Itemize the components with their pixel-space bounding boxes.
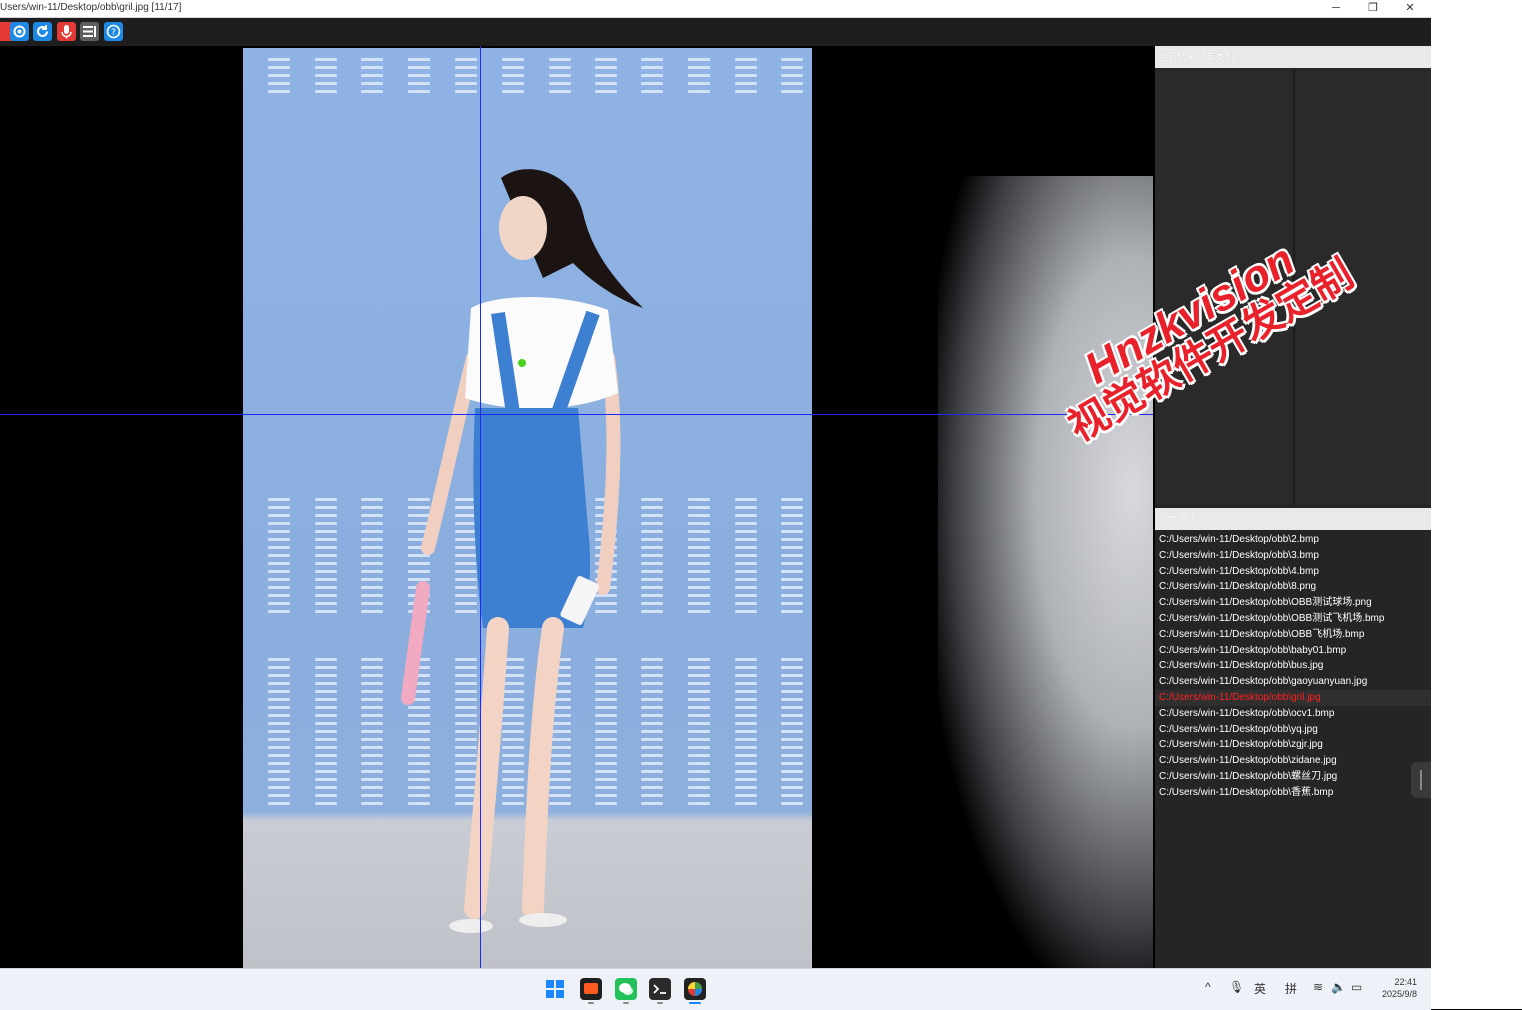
settings-icon[interactable] — [10, 22, 29, 41]
wechat-icon[interactable] — [615, 978, 637, 1000]
result-panel-header: 当前结果[所有类别] — [1155, 46, 1431, 68]
app-active-indicator — [689, 1002, 701, 1004]
file-list-item[interactable]: C:/Users/win-11/Desktop/obb\bus.jpg — [1155, 658, 1431, 674]
record-icon[interactable] — [57, 22, 76, 41]
close-button[interactable]: ✕ — [1392, 0, 1428, 17]
app-running-indicator — [657, 1002, 663, 1004]
vision-app-icon[interactable] — [684, 978, 706, 1000]
file-list-item[interactable]: C:/Users/win-11/Desktop/obb\baby01.bmp — [1155, 643, 1431, 659]
maximize-button[interactable]: ❐ — [1355, 0, 1391, 17]
image-viewer[interactable] — [0, 46, 1153, 968]
app-orange-icon[interactable] — [580, 978, 602, 1000]
minimize-button[interactable]: ─ — [1318, 0, 1354, 17]
file-list-item[interactable]: C:/Users/win-11/Desktop/obb\zidane.jpg — [1155, 753, 1431, 769]
file-list-item[interactable]: C:/Users/win-11/Desktop/obb\螺丝刀.jpg — [1155, 769, 1431, 785]
app-running-indicator — [588, 1002, 594, 1004]
panel-collapse-handle[interactable] — [1411, 762, 1431, 798]
file-list-item[interactable]: C:/Users/win-11/Desktop/obb\OBB飞机场.bmp — [1155, 627, 1431, 643]
file-list-item[interactable]: C:/Users/win-11/Desktop/obb\OBB测试球场.png — [1155, 595, 1431, 611]
tray-overflow-icon[interactable]: ^ — [1205, 980, 1211, 994]
windows-start-icon[interactable] — [544, 978, 566, 1000]
file-list-item[interactable]: C:/Users/win-11/Desktop/obb\zgjr.jpg — [1155, 737, 1431, 753]
terminal-icon[interactable] — [649, 978, 671, 1000]
app-running-indicator — [623, 1002, 629, 1004]
clock-time: 22:41 — [1394, 977, 1417, 987]
crosshair-vertical — [480, 46, 481, 968]
volume-icon[interactable]: 🔈 — [1331, 980, 1346, 994]
displayed-image — [243, 48, 812, 968]
taskbar: ^ 🎙 英 拼 ≋ 🔈 ▭ 22:41 2025/9/8 — [0, 968, 1431, 1010]
file-list-item[interactable]: C:/Users/win-11/Desktop/obb\香蕉.bmp — [1155, 785, 1431, 801]
right-panel: 当前结果[所有类别] 图像地址 C:/Users/win-11/Desktop/… — [1155, 46, 1431, 968]
file-list-item[interactable]: C:/Users/win-11/Desktop/obb\2.bmp — [1155, 532, 1431, 548]
list-icon[interactable] — [80, 22, 99, 41]
file-list-item[interactable]: C:/Users/win-11/Desktop/obb\4.bmp — [1155, 564, 1431, 580]
file-list-item[interactable]: C:/Users/win-11/Desktop/obb\8.png — [1155, 579, 1431, 595]
person-figure — [401, 169, 643, 933]
wifi-icon[interactable]: ≋ — [1313, 980, 1323, 994]
clock-date: 2025/9/8 — [1381, 989, 1417, 999]
toolbar: ? — [0, 18, 1431, 46]
desktop-wallpaper-fragment — [938, 176, 1153, 968]
microphone-icon[interactable]: 🎙 — [1229, 980, 1244, 994]
file-list-item[interactable]: C:/Users/win-11/Desktop/obb\yq.jpg — [1155, 722, 1431, 738]
file-list-header: 图像地址 — [1155, 508, 1431, 530]
crosshair-horizontal — [0, 414, 1153, 415]
outside-window-area — [1431, 0, 1522, 1009]
svg-text:?: ? — [111, 28, 116, 38]
file-list-item[interactable]: C:/Users/win-11/Desktop/obb\OBB测试飞机场.bmp — [1155, 611, 1431, 627]
battery-icon[interactable]: ▭ — [1351, 980, 1362, 994]
title-bar: Users/win-11/Desktop/obb\gril.jpg [11/17… — [0, 0, 1431, 18]
file-list-item-active[interactable]: C:/Users/win-11/Desktop/obb\gril.jpg — [1155, 689, 1431, 706]
window-title: Users/win-11/Desktop/obb\gril.jpg [11/17… — [0, 2, 182, 13]
refresh-icon[interactable] — [33, 22, 52, 41]
file-list: C:/Users/win-11/Desktop/obb\2.bmp C:/User… — [1155, 532, 1431, 801]
file-list-item[interactable]: C:/Users/win-11/Desktop/obb\3.bmp — [1155, 548, 1431, 564]
input-lang-indicator[interactable]: 英 — [1254, 980, 1266, 997]
clock[interactable]: 22:41 2025/9/8 — [1375, 976, 1417, 1000]
file-list-item[interactable]: C:/Users/win-11/Desktop/obb\gaoyuanyuan.… — [1155, 674, 1431, 690]
input-method-indicator[interactable]: 拼 — [1285, 980, 1297, 997]
help-icon[interactable]: ? — [104, 22, 123, 41]
file-list-item[interactable]: C:/Users/win-11/Desktop/obb\ocv1.bmp — [1155, 706, 1431, 722]
